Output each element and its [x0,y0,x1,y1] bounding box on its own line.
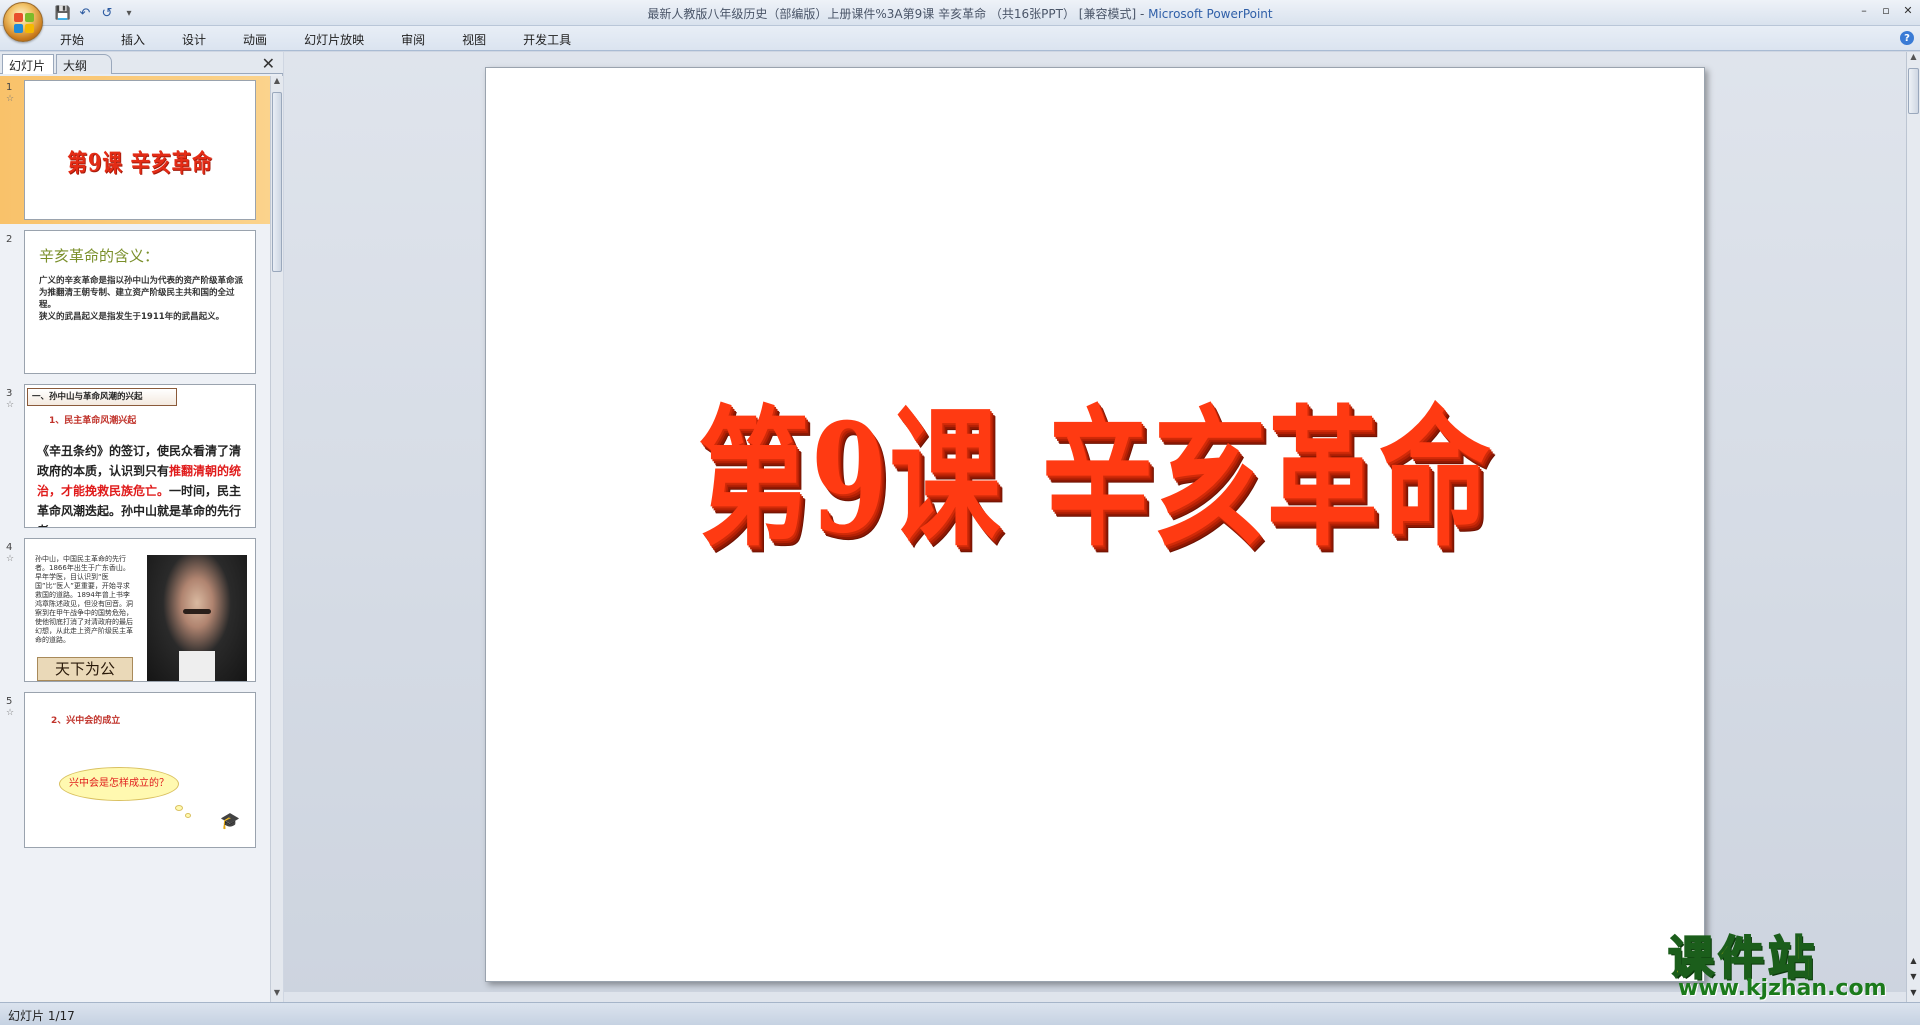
slide-canvas[interactable]: 第9课 辛亥革命 [485,67,1705,982]
window-title: 最新人教版八年级历史（部编版）上册课件%3A第9课 辛亥革命 （共16张PPT）… [0,5,1920,22]
slide-counter: 幻灯片 1/17 [8,1009,75,1023]
slide-thumbnail-5[interactable]: 2、兴中会的成立 兴中会是怎样成立的？ 🎓 [24,692,256,848]
help-icon[interactable]: ? [1900,31,1914,45]
tab-insert[interactable]: 插入 [121,30,162,48]
editor-scrollbar[interactable]: ▲ ▲ ▼ ▼ [1906,52,1920,1002]
animation-star-icon: ☆ [6,400,15,410]
slide-thumbnail-row-2[interactable]: 2 辛亥革命的含义： 广义的辛亥革命是指以孙中山为代表的资产阶级革命派为推翻清王… [0,228,270,376]
office-logo-icon [14,13,34,33]
slide-thumbnail-row-3[interactable]: 3 ☆ 一、孙中山与革命风潮的兴起 1、民主革命风潮兴起 《辛丑条约》的签订，使… [0,382,270,530]
graduate-icon: 🎓 [220,811,240,830]
scroll-down-icon[interactable]: ▼ [1907,988,1920,1002]
thumbnail-banner: 一、孙中山与革命风潮的兴起 [27,388,177,406]
animation-star-icon: ☆ [6,554,15,564]
tab-view[interactable]: 视图 [462,30,503,48]
tab-developer[interactable]: 开发工具 [523,30,588,48]
close-button[interactable]: ✕ [1900,2,1916,18]
tab-design[interactable]: 设计 [182,30,223,48]
scroll-up-icon[interactable]: ▲ [271,76,283,90]
tab-slideshow[interactable]: 幻灯片放映 [304,30,381,48]
thumbnail-body: 广义的辛亥革命是指以孙中山为代表的资产阶级革命派为推翻清王朝专制、建立资产阶级民… [39,276,244,322]
slide-number: 3 [6,388,13,399]
bubble-dot [175,805,183,811]
thumbnail-scrollbar[interactable]: ▲ ▼ [270,76,283,1002]
tab-animations[interactable]: 动画 [243,30,284,48]
portrait-detail [183,609,211,614]
slide-title[interactable]: 第9课 辛亥革命 [644,358,1545,575]
tab-slides[interactable]: 幻灯片 [2,54,54,74]
panel-tabs: 幻灯片 大纲 ✕ [0,52,283,74]
slide-thumbnail-2[interactable]: 辛亥革命的含义： 广义的辛亥革命是指以孙中山为代表的资产阶级革命派为推翻清王朝专… [24,230,256,374]
scroll-down-icon[interactable]: ▼ [271,988,283,1002]
slide-thumbnail-3[interactable]: 一、孙中山与革命风潮的兴起 1、民主革命风潮兴起 《辛丑条约》的签订，使民众看清… [24,384,256,528]
calligraphy-image: 天下为公 [37,657,133,681]
window-controls: – ▫ ✕ [1856,2,1916,18]
slide-number: 2 [6,234,13,245]
scroll-thumb[interactable] [1908,68,1919,114]
thumbnail-subtitle: 1、民主革命风潮兴起 [49,416,137,426]
slide-thumbnail-list: 1 ☆ 第9课 辛亥革命 2 辛亥革命的含义： 广义的辛亥革命是指以孙中山为代表… [0,76,270,1002]
watermark-url: www.kjzhan.com [1678,976,1887,1001]
portrait-detail [179,651,215,681]
portrait-image [147,555,247,681]
slide-thumbnail-1[interactable]: 第9课 辛亥革命 [24,80,256,220]
slide-editor: 第9课 辛亥革命 [284,52,1906,1002]
title-bar: 💾 ↶ ↺ ▾ 最新人教版八年级历史（部编版）上册课件%3A第9课 辛亥革命 （… [0,0,1920,26]
horizontal-scroll-area [284,992,1906,1002]
thought-bubble: 兴中会是怎样成立的？ [59,767,179,801]
slide-number: 5 [6,696,13,707]
thumbnail-title: 辛亥革命的含义： [39,247,160,265]
thumbnail-body: 孙中山，中国民主革命的先行者。1866年出生于广东香山。早年学医，目认识到“医国… [35,555,133,644]
slide-thumbnail-row-4[interactable]: 4 ☆ 孙中山，中国民主革命的先行者。1866年出生于广东香山。早年学医，目认识… [0,536,270,684]
thumbnail-body: 《辛丑条约》的签订，使民众看清了清政府的本质，认识到只有推翻清朝的统治，才能挽救… [37,441,247,527]
watermark-logo: 课件站 www.kjzhan.com [1667,922,1900,1002]
slide-thumbnail-row-5[interactable]: 5 ☆ 2、兴中会的成立 兴中会是怎样成立的？ 🎓 [0,690,270,848]
animation-star-icon: ☆ [6,94,15,104]
office-button[interactable] [3,2,43,42]
slides-panel: 幻灯片 大纲 ✕ 1 ☆ 第9课 辛亥革命 2 辛亥革命的含义： 广义的辛亥革命… [0,52,283,1002]
scroll-up-icon[interactable]: ▲ [1907,52,1920,66]
tab-review[interactable]: 审阅 [401,30,442,48]
app-name: Microsoft PowerPoint [1148,7,1273,21]
thumbnail-subtitle: 2、兴中会的成立 [51,716,121,726]
previous-slide-icon[interactable]: ▲ [1907,956,1920,970]
document-title: 最新人教版八年级历史（部编版）上册课件%3A第9课 辛亥革命 （共16张PPT）… [647,7,1149,21]
thumbnail-title: 第9课 辛亥革命 [67,148,213,177]
ribbon-tabs: 开始 插入 设计 动画 幻灯片放映 审阅 视图 开发工具 ? [0,26,1920,51]
close-panel-icon[interactable]: ✕ [262,54,275,73]
slide-thumbnail-row-1[interactable]: 1 ☆ 第9课 辛亥革命 [0,76,270,224]
tab-home[interactable]: 开始 [60,30,101,48]
maximize-button[interactable]: ▫ [1878,2,1894,18]
status-bar: 幻灯片 1/17 [0,1002,1920,1025]
animation-star-icon: ☆ [6,708,15,718]
tab-outline[interactable]: 大纲 [56,54,112,74]
minimize-button[interactable]: – [1856,2,1872,18]
scroll-thumb[interactable] [272,92,282,272]
slide-number: 4 [6,542,13,553]
next-slide-icon[interactable]: ▼ [1907,972,1920,986]
bubble-dot [185,813,191,818]
slide-number: 1 [6,82,13,93]
slide-thumbnail-4[interactable]: 孙中山，中国民主革命的先行者。1866年出生于广东香山。早年学医，目认识到“医国… [24,538,256,682]
